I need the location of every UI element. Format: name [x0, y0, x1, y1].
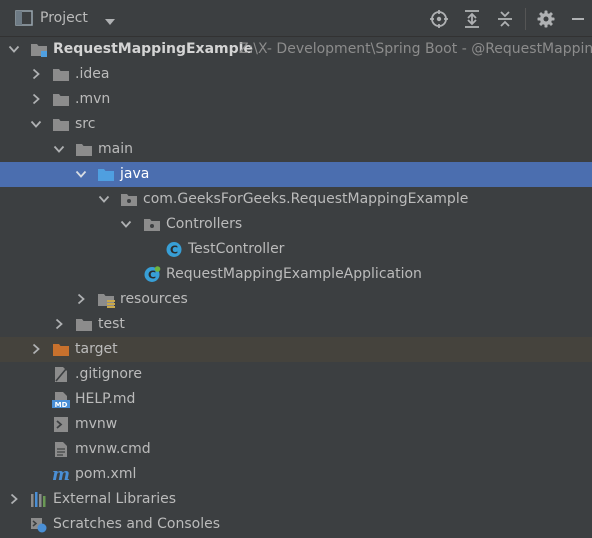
application-label: RequestMappingExampleApplication — [166, 266, 422, 282]
tree-node-mvnw[interactable]: mvnw — [0, 412, 592, 437]
tree-node-scratches[interactable]: Scratches and Consoles — [0, 512, 592, 537]
package-icon — [143, 216, 161, 233]
folder-icon — [52, 116, 70, 133]
folder-icon — [52, 66, 70, 83]
java-label: java — [120, 166, 150, 182]
tree-node-package[interactable]: com.GeeksForGeeks.RequestMappingExample — [0, 187, 592, 212]
mvn-label: .mvn — [75, 91, 111, 107]
svg-text:MD: MD — [55, 401, 68, 408]
controllers-label: Controllers — [166, 216, 243, 232]
chevron-right-icon[interactable] — [75, 293, 87, 305]
tree-node-external-libraries[interactable]: External Libraries — [0, 487, 592, 512]
tree-node-main[interactable]: main — [0, 137, 592, 162]
scratches-label: Scratches and Consoles — [53, 516, 220, 532]
chevron-down-icon[interactable] — [104, 14, 116, 30]
source-folder-icon — [97, 166, 115, 183]
tree-node-controllers[interactable]: Controllers — [0, 212, 592, 237]
pom-label: pom.xml — [75, 466, 137, 482]
tree-node-gitignore[interactable]: .gitignore — [0, 362, 592, 387]
tree-node-root[interactable]: RequestMappingExample Z:\X- Development\… — [0, 37, 592, 62]
folder-icon — [75, 141, 93, 158]
chevron-right-icon[interactable] — [30, 343, 42, 355]
chevron-right-icon[interactable] — [30, 93, 42, 105]
tree-node-java[interactable]: java — [0, 162, 592, 187]
java-class-icon: C — [165, 241, 183, 258]
root-path: Z:\X- Development\Spring Boot - @Request… — [239, 41, 592, 57]
chevron-right-icon[interactable] — [8, 493, 20, 505]
chevron-down-icon[interactable] — [75, 168, 87, 180]
excluded-folder-icon — [52, 341, 70, 358]
collapse-all-icon[interactable] — [495, 9, 515, 29]
mvnw-cmd-label: mvnw.cmd — [75, 441, 151, 457]
tree-node-pom[interactable]: m pom.xml — [0, 462, 592, 487]
project-view-title[interactable]: Project — [40, 10, 88, 26]
minimize-icon[interactable] — [568, 9, 588, 29]
tree-node-mvn[interactable]: .mvn — [0, 87, 592, 112]
chevron-right-icon[interactable] — [30, 68, 42, 80]
tree-node-resources[interactable]: resources — [0, 287, 592, 312]
project-toolbar: Project — [0, 0, 592, 37]
tree-node-test[interactable]: test — [0, 312, 592, 337]
mvnw-label: mvnw — [75, 416, 118, 432]
package-label: com.GeeksForGeeks.RequestMappingExample — [143, 191, 469, 207]
gitignore-label: .gitignore — [75, 366, 142, 382]
expand-all-icon[interactable] — [462, 9, 482, 29]
target-label: target — [75, 341, 118, 357]
tree-node-application[interactable]: C RequestMappingExampleApplication — [0, 262, 592, 287]
chevron-down-icon[interactable] — [98, 193, 110, 205]
test-label: test — [98, 316, 125, 332]
src-label: src — [75, 116, 96, 132]
chevron-right-icon[interactable] — [53, 318, 65, 330]
resources-folder-icon — [97, 291, 115, 308]
ignore-file-icon — [52, 366, 70, 383]
toolbar-divider — [525, 8, 526, 30]
tree-node-src[interactable]: src — [0, 112, 592, 137]
svg-text:C: C — [148, 269, 156, 282]
folder-icon — [52, 91, 70, 108]
tree-node-test-controller[interactable]: C TestController — [0, 237, 592, 262]
tree-node-target[interactable]: target — [0, 337, 592, 362]
module-folder-icon — [30, 41, 48, 58]
shell-script-icon — [52, 416, 70, 433]
package-icon — [120, 191, 138, 208]
svg-text:C: C — [170, 244, 178, 257]
external-libraries-label: External Libraries — [53, 491, 176, 507]
svg-text:m: m — [52, 466, 70, 483]
scratches-icon — [30, 516, 48, 533]
main-label: main — [98, 141, 133, 157]
root-label: RequestMappingExample — [53, 41, 253, 57]
chevron-down-icon[interactable] — [8, 43, 20, 55]
chevron-down-icon[interactable] — [30, 118, 42, 130]
locate-icon[interactable] — [429, 9, 449, 29]
library-icon — [30, 491, 48, 508]
chevron-down-icon[interactable] — [120, 218, 132, 230]
idea-label: .idea — [75, 66, 110, 82]
chevron-down-icon[interactable] — [53, 143, 65, 155]
folder-icon — [75, 316, 93, 333]
resources-label: resources — [120, 291, 188, 307]
test-controller-label: TestController — [188, 241, 285, 257]
tree-node-idea[interactable]: .idea — [0, 62, 592, 87]
help-label: HELP.md — [75, 391, 136, 407]
maven-icon: m — [51, 465, 70, 485]
project-view-icon — [15, 10, 33, 30]
spring-boot-class-icon: C — [143, 266, 161, 283]
tree-node-help[interactable]: MD HELP.md — [0, 387, 592, 412]
tree-node-mvnw-cmd[interactable]: mvnw.cmd — [0, 437, 592, 462]
markdown-file-icon: MD — [52, 391, 70, 409]
gear-icon[interactable] — [536, 9, 556, 29]
text-file-icon — [52, 441, 70, 458]
